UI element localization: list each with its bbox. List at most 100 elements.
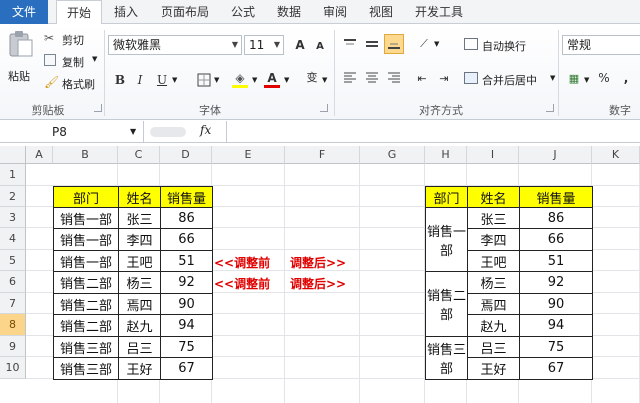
table-header-cell[interactable]: 姓名	[467, 186, 520, 208]
chevron-down-icon[interactable]: ▼	[322, 76, 327, 84]
tab-insert[interactable]: 插入	[106, 0, 146, 24]
table-cell[interactable]: 吕三	[118, 336, 161, 358]
font-color-button[interactable]: A	[262, 68, 282, 88]
tab-review[interactable]: 审阅	[314, 0, 356, 24]
tab-view[interactable]: 视图	[360, 0, 402, 24]
table-cell[interactable]: 杨三	[118, 271, 161, 294]
table-cell[interactable]: 67	[519, 357, 593, 380]
bold-button[interactable]: B	[110, 70, 130, 90]
column-header-f[interactable]: F	[285, 146, 360, 164]
table-cell[interactable]: 赵九	[118, 314, 161, 337]
merged-department-cell[interactable]: 销售三部	[425, 336, 468, 380]
tab-home[interactable]: 开始	[56, 0, 102, 25]
chevron-down-icon[interactable]: ▼	[584, 76, 589, 84]
clipboard-launcher-icon[interactable]	[94, 104, 102, 112]
column-header-a[interactable]: A	[26, 146, 53, 164]
column-header-e[interactable]: E	[212, 146, 285, 164]
table-cell[interactable]: 焉四	[467, 293, 520, 315]
table-cell[interactable]: 王好	[467, 357, 520, 380]
column-header-k[interactable]: K	[592, 146, 640, 164]
table-cell[interactable]: 86	[160, 207, 213, 229]
fill-color-button[interactable]: ◈	[230, 68, 250, 88]
tab-developer[interactable]: 开发工具	[406, 0, 472, 24]
row-header-2[interactable]: 2	[0, 186, 26, 207]
table-cell[interactable]: 焉四	[118, 293, 161, 315]
borders-button[interactable]	[194, 70, 214, 90]
tab-data[interactable]: 数据	[268, 0, 310, 24]
table-cell[interactable]: 销售二部	[53, 314, 119, 337]
insert-function-button[interactable]: fx	[200, 123, 211, 137]
table-cell[interactable]: 销售一部	[53, 250, 119, 272]
table-header-cell[interactable]: 销售量	[160, 186, 213, 208]
table-cell[interactable]: 销售一部	[53, 228, 119, 251]
align-right-button[interactable]	[384, 68, 404, 88]
table-cell[interactable]: 王吧	[118, 250, 161, 272]
table-cell[interactable]: 李四	[467, 228, 520, 251]
row-header-6[interactable]: 6	[0, 271, 26, 293]
table-cell[interactable]: 51	[519, 250, 593, 272]
grow-font-button[interactable]: A	[290, 35, 310, 55]
column-header-h[interactable]: H	[425, 146, 467, 164]
table-cell[interactable]: 王好	[118, 357, 161, 380]
table-cell[interactable]: 销售二部	[53, 271, 119, 294]
chevron-down-icon[interactable]: ▼	[434, 40, 439, 48]
tab-page-layout[interactable]: 页面布局	[152, 0, 218, 24]
copy-button[interactable]: 复制 ▼	[44, 52, 100, 70]
font-launcher-icon[interactable]	[320, 104, 328, 112]
formula-bar-divider-handle[interactable]	[150, 127, 186, 137]
row-header-7[interactable]: 7	[0, 293, 26, 314]
table-cell[interactable]: 66	[519, 228, 593, 251]
paste-button[interactable]: 粘贴	[4, 28, 38, 88]
table-cell[interactable]: 王吧	[467, 250, 520, 272]
table-cell[interactable]: 75	[160, 336, 213, 358]
table-cell[interactable]: 90	[160, 293, 213, 315]
table-cell[interactable]: 销售一部	[53, 207, 119, 229]
row-header-1[interactable]: 1	[0, 164, 26, 186]
name-box[interactable]: P8 ▼	[0, 121, 144, 143]
table-cell[interactable]: 92	[160, 271, 213, 294]
table-cell[interactable]: 92	[519, 271, 593, 294]
currency-format-button[interactable]: ▦	[564, 68, 584, 88]
merged-department-cell[interactable]: 销售二部	[425, 271, 468, 337]
row-header-9[interactable]: 9	[0, 336, 26, 357]
font-size-dropdown[interactable]: 11 ▼	[244, 35, 284, 55]
decrease-indent-button[interactable]: ⇤	[412, 68, 432, 88]
phonetic-button[interactable]: 变	[302, 68, 322, 88]
table-cell[interactable]: 86	[519, 207, 593, 229]
alignment-launcher-icon[interactable]	[546, 104, 554, 112]
select-all-corner[interactable]	[0, 146, 26, 164]
number-format-dropdown[interactable]: 常规	[562, 35, 640, 55]
merged-department-cell[interactable]: 销售一部	[425, 207, 468, 272]
table-cell[interactable]: 吕三	[467, 336, 520, 358]
italic-button[interactable]: I	[130, 70, 150, 90]
font-name-dropdown[interactable]: 微软雅黑 ▼	[108, 35, 242, 55]
tab-file[interactable]: 文件	[0, 0, 48, 24]
table-cell[interactable]: 75	[519, 336, 593, 358]
orientation-button[interactable]: ⟋	[414, 34, 434, 54]
table-cell[interactable]: 90	[519, 293, 593, 315]
table-cell[interactable]: 销售二部	[53, 293, 119, 315]
table-cell[interactable]: 销售三部	[53, 336, 119, 358]
column-header-j[interactable]: J	[519, 146, 592, 164]
shrink-font-button[interactable]: A	[310, 37, 330, 57]
table-cell[interactable]: 67	[160, 357, 213, 380]
percent-button[interactable]: %	[594, 68, 614, 88]
align-center-button[interactable]	[362, 68, 382, 88]
table-cell[interactable]: 94	[519, 314, 593, 337]
align-bottom-button[interactable]	[384, 34, 404, 54]
increase-indent-button[interactable]: ⇥	[434, 68, 454, 88]
tab-formulas[interactable]: 公式	[222, 0, 264, 24]
chevron-down-icon[interactable]: ▼	[284, 76, 289, 84]
formula-input[interactable]	[226, 121, 640, 143]
wrap-text-button[interactable]: 自动换行	[464, 36, 544, 54]
row-header-10[interactable]: 10	[0, 357, 26, 379]
chevron-down-icon[interactable]: ▼	[172, 76, 177, 84]
row-header-8[interactable]: 8	[0, 314, 26, 336]
column-header-d[interactable]: D	[160, 146, 212, 164]
table-cell[interactable]: 李四	[118, 228, 161, 251]
table-header-cell[interactable]: 部门	[53, 186, 119, 208]
row-header-5[interactable]: 5	[0, 250, 26, 271]
comma-style-button[interactable]: ,	[616, 68, 636, 88]
table-cell[interactable]: 94	[160, 314, 213, 337]
table-cell[interactable]: 杨三	[467, 271, 520, 294]
